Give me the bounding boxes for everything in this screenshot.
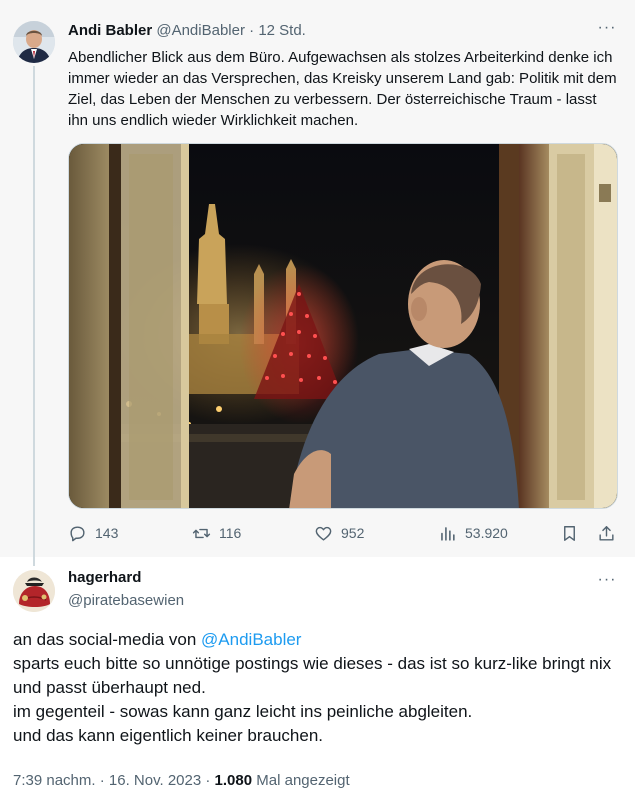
tweet-text: Abendlicher Blick aus dem Büro. Aufgewac… xyxy=(68,49,617,129)
photo-night-view-image xyxy=(69,144,617,508)
bookmark-icon xyxy=(564,525,575,541)
footer-separator: · xyxy=(95,772,109,789)
tweet-header: Andi Babler @AndiBabler · 12 Std. xyxy=(68,22,306,39)
bookmark-button[interactable] xyxy=(560,521,579,545)
footer-separator: · xyxy=(201,772,215,789)
tweet-photo[interactable] xyxy=(68,143,618,509)
reply-button[interactable]: 143 xyxy=(68,521,118,545)
author-handle[interactable]: @AndiBabler xyxy=(156,22,245,39)
reply-line-4: und das kann eigentlich keiner brauchen. xyxy=(13,726,323,745)
reply-author-name[interactable]: hagerhard xyxy=(68,569,141,586)
mention-link[interactable]: @AndiBabler xyxy=(201,630,301,649)
reply-time[interactable]: 7:39 nachm. xyxy=(13,772,96,789)
author-name[interactable]: Andi Babler xyxy=(68,22,152,39)
parent-tweet[interactable]: Andi Babler @AndiBabler · 12 Std. ··· Ab… xyxy=(0,0,635,566)
tweet-actions: 143 116 952 53.920 xyxy=(68,521,620,545)
reply-footer: 7:39 nachm. · 16. Nov. 2023 · 1.080 Mal … xyxy=(13,772,350,789)
reply-views-label: Mal angezeigt xyxy=(252,772,350,789)
repost-count: 116 xyxy=(219,525,242,541)
reply-views-count: 1.080 xyxy=(214,772,253,789)
share-icon xyxy=(599,525,614,541)
reply-line-1-text: an das social-media von xyxy=(13,630,202,649)
reply-line-2: sparts euch bitte so unnötige postings w… xyxy=(13,654,612,697)
reply-count: 143 xyxy=(95,525,119,541)
reply-author-avatar[interactable] xyxy=(13,570,55,612)
thread-connector-line xyxy=(33,66,35,566)
analytics-icon xyxy=(441,526,455,541)
author-avatar[interactable] xyxy=(13,21,55,63)
reply-author-handle[interactable]: @piratebasewien xyxy=(68,592,184,609)
reply-line-3: im gegenteil - sowas kann ganz leicht in… xyxy=(13,702,473,721)
repost-icon xyxy=(192,528,211,538)
reply-text: an das social-media von @AndiBabler spar… xyxy=(13,628,623,748)
share-button[interactable] xyxy=(597,521,616,545)
like-button[interactable]: 952 xyxy=(314,521,364,545)
reply-icon xyxy=(70,525,85,541)
more-icon[interactable]: ··· xyxy=(597,572,617,592)
repost-button[interactable]: 116 xyxy=(192,521,241,545)
meta-separator: · xyxy=(244,22,259,39)
heart-icon xyxy=(315,526,332,541)
reply-date[interactable]: 16. Nov. 2023 xyxy=(109,772,201,789)
tweet-timestamp[interactable]: 12 Std. xyxy=(258,22,306,39)
views-button[interactable]: 53.920 xyxy=(438,521,508,545)
reply-line-1: an das social-media von @AndiBabler xyxy=(13,628,623,652)
more-icon[interactable]: ··· xyxy=(597,20,617,40)
like-count: 952 xyxy=(341,525,365,541)
views-count: 53.920 xyxy=(465,525,508,541)
